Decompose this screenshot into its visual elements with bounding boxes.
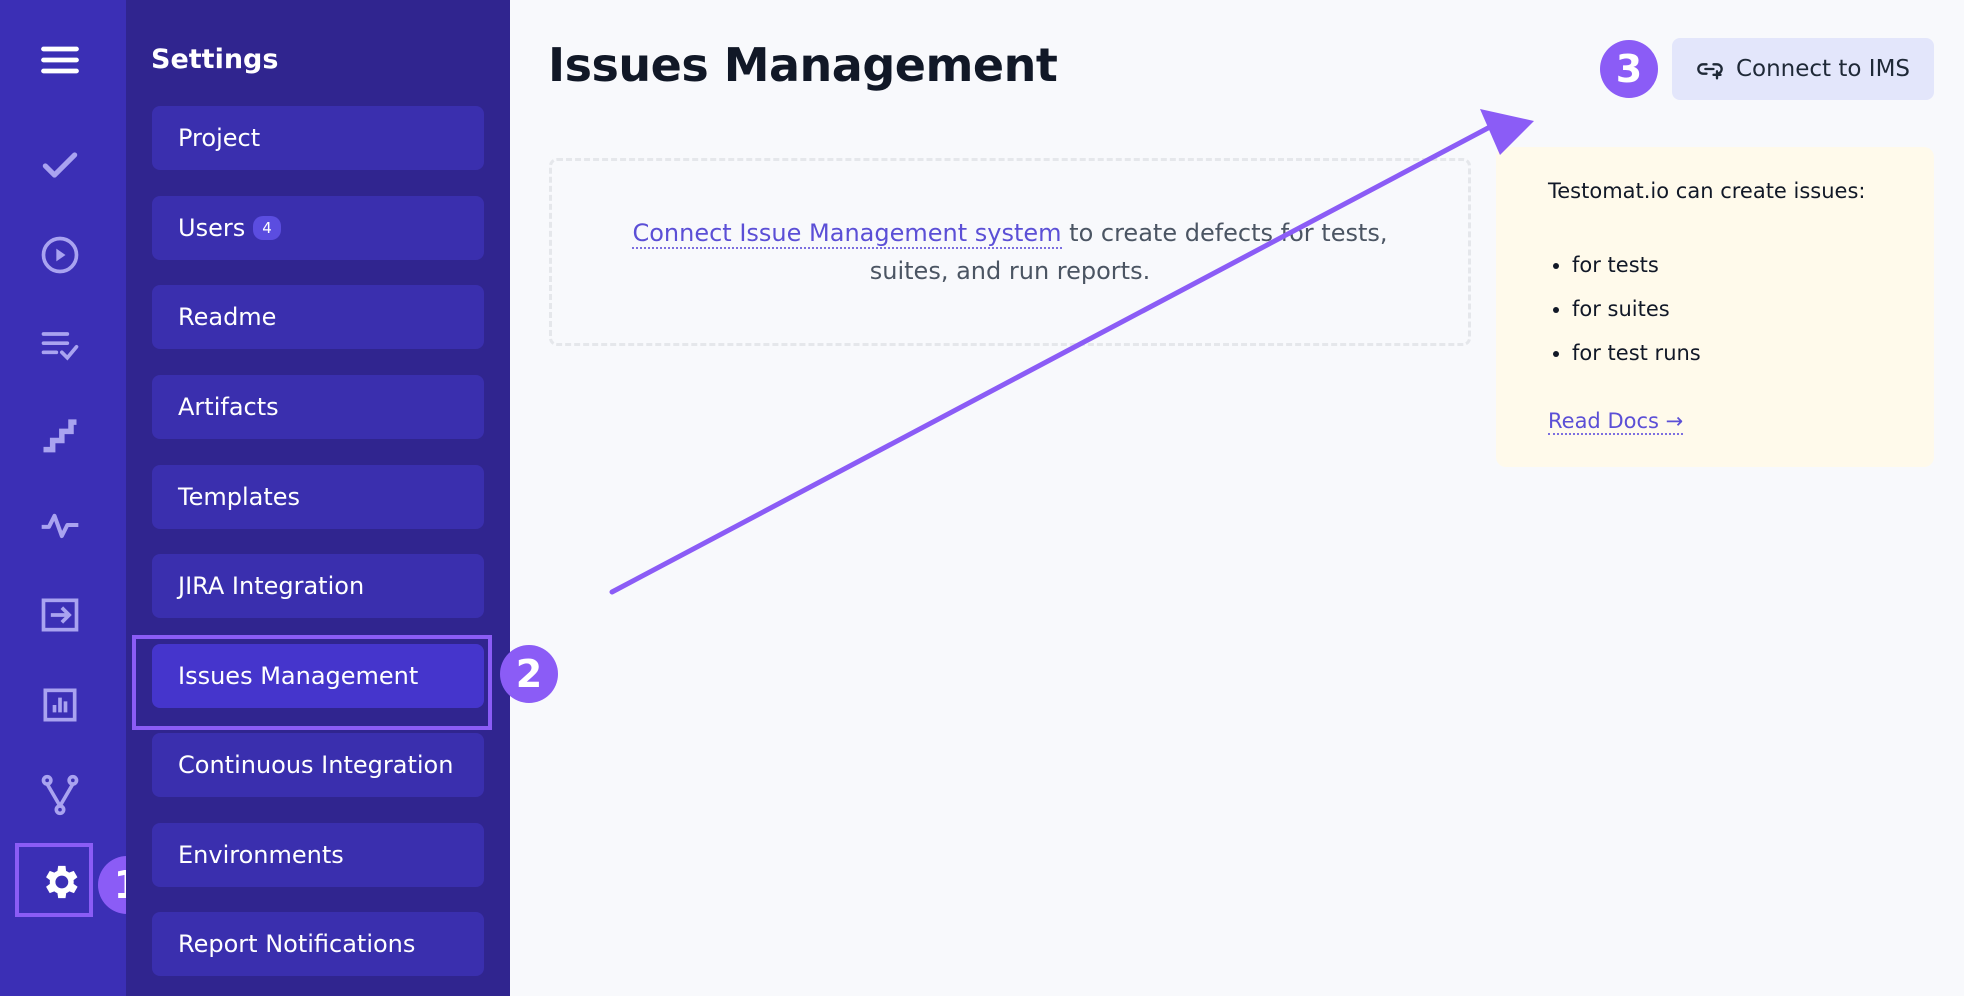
settings-title: Settings [151, 44, 279, 75]
menu-icon[interactable] [30, 30, 90, 90]
sidebar-item-jira-integration[interactable]: JIRA Integration [152, 554, 484, 618]
settings-highlight [15, 843, 93, 917]
info-list: for tests for suites for test runs [1548, 247, 1701, 379]
list-check-icon[interactable] [30, 315, 90, 375]
page-title: Issues Management [548, 38, 1058, 92]
info-card: Testomat.io can create issues: for tests… [1496, 147, 1934, 467]
connect-to-ims-button[interactable]: Connect to IMS [1672, 38, 1934, 100]
sidebar-item-label: Templates [178, 483, 301, 511]
sidebar-item-report-notifications[interactable]: Report Notifications [152, 912, 484, 976]
sidebar-item-label: Environments [178, 841, 344, 869]
sidebar-item-project[interactable]: Project [152, 106, 484, 170]
branch-icon[interactable] [30, 765, 90, 825]
list-item: for test runs [1572, 335, 1701, 379]
list-item: for suites [1572, 291, 1701, 335]
sidebar-item-label: Users [178, 214, 246, 242]
info-title: Testomat.io can create issues: [1548, 179, 1866, 203]
steps-icon[interactable] [30, 405, 90, 465]
sidebar-item-environments[interactable]: Environments [152, 823, 484, 887]
sidebar-item-label: Continuous Integration [178, 751, 454, 779]
callout-3: 3 [1600, 40, 1658, 98]
list-item: for tests [1572, 247, 1701, 291]
link-plus-icon [1697, 63, 1723, 80]
check-icon[interactable] [30, 135, 90, 195]
sidebar-item-label: Report Notifications [178, 930, 416, 958]
callout-2: 2 [500, 645, 558, 703]
sidebar-item-label: Readme [178, 303, 277, 331]
connect-ims-link[interactable]: Connect Issue Management system [632, 219, 1062, 249]
issues-management-highlight [132, 635, 492, 730]
sidebar-item-continuous-integration[interactable]: Continuous Integration [152, 733, 484, 797]
import-icon[interactable] [30, 585, 90, 645]
sidebar-item-label: Project [178, 124, 261, 152]
analytics-icon[interactable] [30, 675, 90, 735]
users-count-badge: 4 [253, 216, 281, 240]
play-icon[interactable] [30, 225, 90, 285]
sidebar-item-label: Artifacts [178, 393, 279, 421]
sidebar-item-readme[interactable]: Readme [152, 285, 484, 349]
sidebar-item-artifacts[interactable]: Artifacts [152, 375, 484, 439]
pulse-icon[interactable] [30, 495, 90, 555]
sidebar-item-users[interactable]: Users 4 [152, 196, 484, 260]
sidebar-item-label: JIRA Integration [178, 572, 365, 600]
sidebar-item-templates[interactable]: Templates [152, 465, 484, 529]
connect-button-label: Connect to IMS [1735, 56, 1911, 82]
read-docs-link[interactable]: Read Docs → [1548, 409, 1684, 435]
empty-state: Connect Issue Management system to creat… [549, 158, 1471, 346]
